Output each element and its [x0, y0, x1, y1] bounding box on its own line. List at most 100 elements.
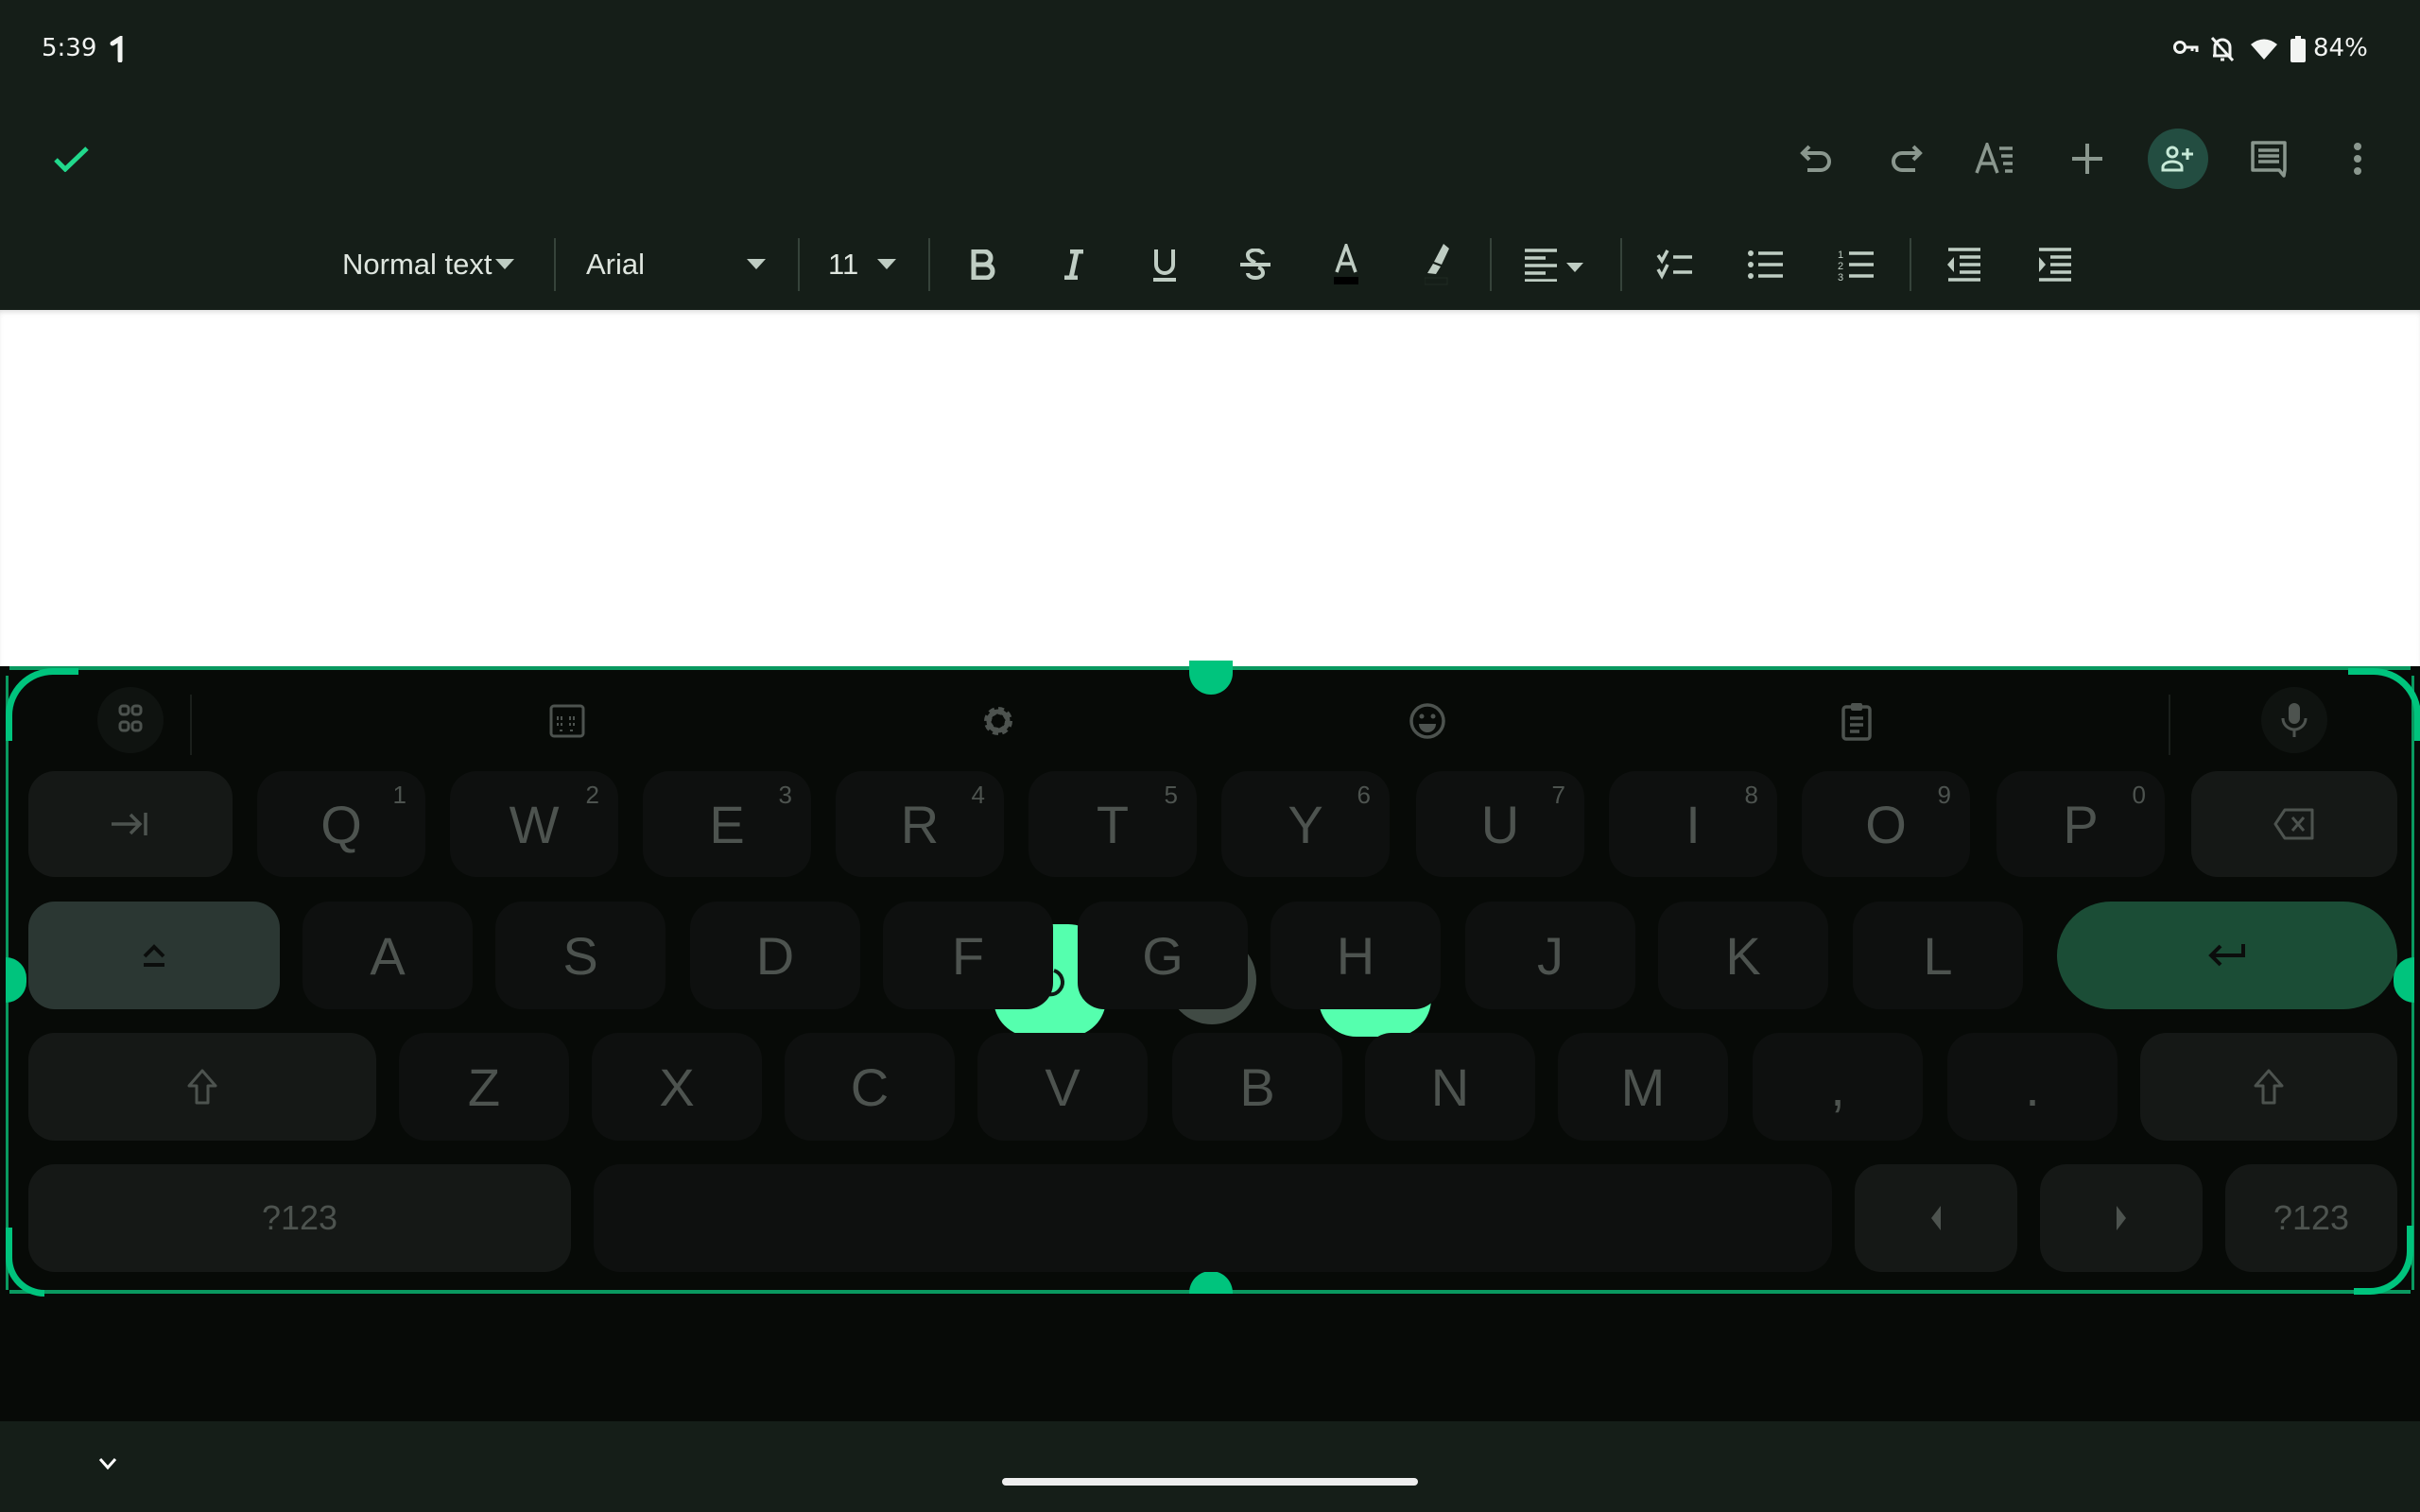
key-label: O — [1865, 794, 1907, 854]
key-hint: 7 — [1551, 781, 1565, 809]
increase-indent-button[interactable] — [2031, 242, 2080, 287]
more-options-button[interactable] — [2331, 132, 2384, 185]
checklist-button[interactable] — [1652, 242, 1698, 287]
key-label: V — [1045, 1057, 1080, 1117]
space-key[interactable] — [594, 1164, 1832, 1272]
document-canvas[interactable] — [0, 310, 2420, 666]
checklist-icon — [1656, 249, 1692, 280]
key-u[interactable]: U7 — [1416, 771, 1584, 877]
key-period[interactable]: . — [1947, 1033, 2118, 1141]
highlight-button[interactable] — [1414, 238, 1460, 291]
enter-key[interactable] — [2057, 902, 2397, 1009]
settings-button[interactable] — [970, 693, 1027, 749]
key-j[interactable]: J — [1465, 902, 1635, 1009]
strikethrough-button[interactable] — [1233, 242, 1278, 287]
caps-lock-key[interactable] — [28, 902, 280, 1009]
bulleted-list-icon — [1748, 250, 1783, 279]
key-m[interactable]: M — [1558, 1033, 1728, 1141]
align-left-icon — [1525, 249, 1583, 282]
resize-handle-right[interactable] — [2394, 957, 2414, 1003]
voice-input-button[interactable] — [2261, 687, 2327, 753]
key-i[interactable]: I8 — [1609, 771, 1777, 877]
comments-button[interactable] — [2242, 132, 2295, 185]
key-l[interactable]: L — [1853, 902, 2023, 1009]
italic-button[interactable] — [1051, 242, 1097, 287]
key-g[interactable]: G — [1078, 902, 1248, 1009]
key-f[interactable]: F — [883, 902, 1053, 1009]
key-label: J — [1537, 925, 1564, 986]
key-v[interactable]: V — [977, 1033, 1148, 1141]
home-gesture-bar[interactable] — [1002, 1478, 1418, 1486]
dropdown-arrow-icon — [747, 259, 766, 269]
apps-grid-icon — [118, 704, 143, 732]
key-h[interactable]: H — [1270, 902, 1441, 1009]
paragraph-style-select[interactable]: Normal text — [342, 244, 515, 285]
key-c[interactable]: C — [785, 1033, 955, 1141]
key-r[interactable]: R4 — [836, 771, 1004, 877]
decrease-indent-button[interactable] — [1940, 242, 1989, 287]
plus-icon — [2072, 144, 2102, 174]
hide-keyboard-button[interactable] — [91, 1450, 125, 1478]
emoji-button[interactable] — [1399, 693, 1456, 749]
bulleted-list-button[interactable] — [1743, 242, 1789, 287]
cursor-left-key[interactable] — [1855, 1164, 2017, 1272]
key-d[interactable]: D — [690, 902, 860, 1009]
key-label: W — [509, 794, 560, 854]
shift-key-left[interactable] — [28, 1033, 376, 1141]
bold-button[interactable] — [960, 242, 1006, 287]
key-comma[interactable]: , — [1753, 1033, 1923, 1141]
tab-icon — [112, 813, 147, 835]
key-p[interactable]: P0 — [1996, 771, 2165, 877]
key-label: B — [1239, 1057, 1275, 1117]
resize-handle-top-left[interactable] — [6, 668, 78, 741]
tab-key[interactable] — [28, 771, 233, 877]
shift-icon — [2254, 1069, 2284, 1105]
key-q[interactable]: Q1 — [257, 771, 425, 877]
text-format-button[interactable] — [1968, 132, 2023, 185]
key-label: E — [709, 794, 745, 854]
key-e[interactable]: E3 — [643, 771, 811, 877]
align-button[interactable] — [1520, 242, 1588, 287]
key-y[interactable]: Y6 — [1221, 771, 1390, 877]
paragraph-style-value: Normal text — [342, 248, 493, 281]
resize-handle-left[interactable] — [6, 957, 26, 1003]
share-button[interactable] — [2148, 129, 2208, 189]
font-size-select[interactable]: 11 — [828, 244, 896, 285]
symbols-key-left[interactable]: ?123 — [28, 1164, 571, 1272]
emoji-icon — [1409, 703, 1445, 739]
key-n[interactable]: N — [1365, 1033, 1535, 1141]
clipboard-button[interactable] — [1828, 693, 1885, 749]
insert-button[interactable] — [2061, 132, 2114, 185]
text-color-button[interactable] — [1323, 238, 1369, 291]
key-o[interactable]: O9 — [1802, 771, 1970, 877]
keyboard-mode-button[interactable] — [539, 693, 596, 749]
symbols-key-right[interactable]: ?123 — [2225, 1164, 2397, 1272]
key-x[interactable]: X — [592, 1033, 762, 1141]
key-a[interactable]: A — [302, 902, 473, 1009]
key-z[interactable]: Z — [399, 1033, 569, 1141]
battery-icon — [2290, 36, 2306, 62]
redo-button[interactable] — [1879, 132, 1932, 185]
key-t[interactable]: T5 — [1028, 771, 1197, 877]
undo-button[interactable] — [1790, 132, 1843, 185]
done-button[interactable] — [47, 134, 96, 183]
cursor-right-key[interactable] — [2040, 1164, 2203, 1272]
key-k[interactable]: K — [1658, 902, 1828, 1009]
resize-handle-top-right[interactable] — [2348, 668, 2420, 741]
numbered-list-button[interactable]: 123 — [1834, 242, 1879, 287]
backspace-key[interactable] — [2191, 771, 2397, 877]
key-hint: 0 — [2132, 781, 2146, 809]
resize-handle-bottom[interactable] — [1189, 1271, 1233, 1294]
key-s[interactable]: S — [495, 902, 666, 1009]
shift-key-right[interactable] — [2140, 1033, 2397, 1141]
gear-icon — [984, 707, 1012, 735]
font-select[interactable]: Arial — [586, 244, 766, 285]
key-hint: 6 — [1357, 781, 1371, 809]
key-w[interactable]: W2 — [450, 771, 618, 877]
underline-button[interactable] — [1142, 242, 1187, 287]
resize-handle-top[interactable] — [1189, 661, 1233, 695]
key-b[interactable]: B — [1172, 1033, 1342, 1141]
check-icon — [54, 146, 89, 172]
toolbar-divider — [1620, 238, 1622, 291]
apps-button[interactable] — [97, 687, 164, 753]
